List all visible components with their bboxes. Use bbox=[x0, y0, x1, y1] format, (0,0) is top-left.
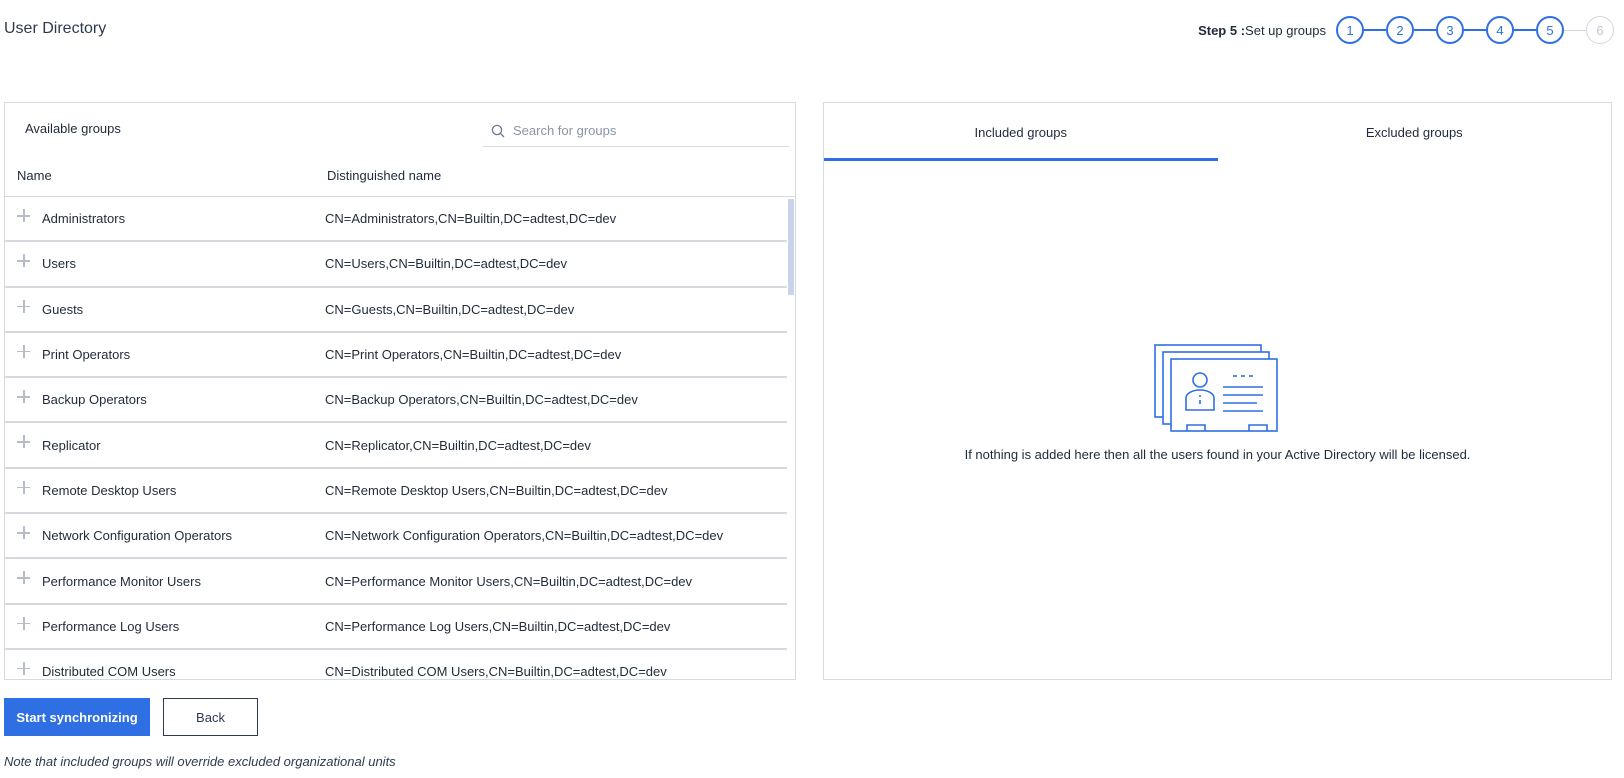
group-distinguished-name: CN=Replicator,CN=Builtin,DC=adtest,DC=de… bbox=[325, 437, 591, 453]
selected-groups-panel: Included groups Excluded groups If nothi… bbox=[823, 102, 1612, 680]
table-row[interactable]: Backup Operators CN=Backup Operators,CN=B… bbox=[5, 378, 795, 424]
step-title: Set up groups bbox=[1245, 22, 1326, 38]
group-name: Remote Desktop Users bbox=[42, 482, 177, 498]
table-row[interactable]: Print Operators CN=Print Operators,CN=Bui… bbox=[5, 333, 795, 379]
plus-icon[interactable] bbox=[17, 344, 31, 359]
plus-icon[interactable] bbox=[17, 661, 31, 676]
group-name: Administrators bbox=[42, 211, 126, 227]
table-row[interactable]: Network Configuration Operators CN=Networ… bbox=[5, 514, 795, 560]
search-icon bbox=[483, 124, 513, 138]
search-box bbox=[483, 115, 789, 147]
group-distinguished-name: CN=Performance Monitor Users,CN=Builtin,… bbox=[325, 573, 693, 589]
group-name: Performance Log Users bbox=[42, 618, 180, 634]
scroll-thumb[interactable] bbox=[788, 199, 794, 295]
plus-icon[interactable] bbox=[17, 254, 31, 268]
step-label: Step 5 :Set up groups bbox=[1198, 23, 1326, 38]
stepper: Step 5 :Set up groups 1 2 3 4 5 6 bbox=[1198, 16, 1614, 44]
groups-list: Administrators CN=Administrators,CN=Built… bbox=[5, 197, 795, 679]
group-name: Replicator bbox=[42, 437, 101, 453]
step-connector bbox=[1414, 29, 1436, 31]
group-distinguished-name: CN=Guests,CN=Builtin,DC=adtest,DC=dev bbox=[325, 301, 575, 317]
footer-note: Note that included groups will override … bbox=[4, 754, 396, 769]
available-groups-title: Available groups bbox=[25, 121, 121, 136]
available-groups-panel: Available groups Name Distinguished name… bbox=[4, 102, 796, 680]
step-5[interactable]: 5 bbox=[1536, 16, 1564, 44]
table-row[interactable]: Distributed COM Users CN=Distributed COM … bbox=[5, 650, 795, 679]
group-distinguished-name: CN=Users,CN=Builtin,DC=adtest,DC=dev bbox=[325, 256, 568, 272]
group-name: Distributed COM Users bbox=[42, 664, 176, 679]
group-name: Print Operators bbox=[42, 347, 131, 363]
plus-icon[interactable] bbox=[17, 209, 31, 223]
available-groups-header: Available groups bbox=[5, 103, 795, 155]
group-distinguished-name: CN=Backup Operators,CN=Builtin,DC=adtest… bbox=[325, 392, 638, 408]
plus-icon[interactable] bbox=[17, 299, 31, 314]
step-3[interactable]: 3 bbox=[1436, 16, 1464, 44]
table-row[interactable]: Users CN=Users,CN=Builtin,DC=adtest,DC=de… bbox=[5, 242, 795, 288]
step-4[interactable]: 4 bbox=[1486, 16, 1514, 44]
plus-icon[interactable] bbox=[17, 390, 31, 404]
group-distinguished-name: CN=Administrators,CN=Builtin,DC=adtest,D… bbox=[325, 211, 617, 227]
plus-icon[interactable] bbox=[17, 435, 31, 449]
step-1[interactable]: 1 bbox=[1336, 16, 1364, 44]
step-connector bbox=[1564, 29, 1586, 31]
step-connector bbox=[1514, 29, 1536, 31]
table-header: Name Distinguished name bbox=[5, 155, 795, 197]
directory-cards-icon bbox=[1153, 344, 1278, 432]
table-row[interactable]: Administrators CN=Administrators,CN=Built… bbox=[5, 197, 795, 243]
plus-icon[interactable] bbox=[17, 616, 31, 631]
group-distinguished-name: CN=Network Configuration Operators,CN=Bu… bbox=[325, 528, 724, 544]
group-name: Guests bbox=[42, 301, 84, 317]
step-prefix: Step 5 : bbox=[1198, 22, 1246, 38]
page-title: User Directory bbox=[4, 20, 107, 37]
table-row[interactable]: Guests CN=Guests,CN=Builtin,DC=adtest,DC=… bbox=[5, 288, 795, 333]
group-distinguished-name: CN=Performance Log Users,CN=Builtin,DC=a… bbox=[325, 618, 671, 634]
table-row[interactable]: Remote Desktop Users CN=Remote Desktop Us… bbox=[5, 469, 795, 515]
group-distinguished-name: CN=Remote Desktop Users,CN=Builtin,DC=ad… bbox=[325, 482, 668, 498]
group-name: Network Configuration Operators bbox=[42, 528, 233, 544]
step-2[interactable]: 2 bbox=[1386, 16, 1414, 44]
plus-icon[interactable] bbox=[17, 480, 31, 495]
group-name: Performance Monitor Users bbox=[42, 573, 201, 589]
group-name: Backup Operators bbox=[42, 392, 147, 408]
plus-icon[interactable] bbox=[17, 571, 31, 585]
start-synchronizing-button[interactable]: Start synchronizing bbox=[4, 698, 150, 736]
group-distinguished-name: CN=Print Operators,CN=Builtin,DC=adtest,… bbox=[325, 347, 622, 363]
table-row[interactable]: Replicator CN=Replicator,CN=Builtin,DC=ad… bbox=[5, 423, 795, 469]
empty-state-message: If nothing is added here then all the us… bbox=[964, 447, 1471, 462]
column-header-name[interactable]: Name bbox=[17, 168, 52, 183]
tab-excluded-groups[interactable]: Excluded groups bbox=[1218, 103, 1612, 161]
group-name: Users bbox=[42, 256, 76, 272]
search-input[interactable] bbox=[513, 123, 773, 138]
selection-tabs: Included groups Excluded groups bbox=[824, 103, 1611, 161]
back-button[interactable]: Back bbox=[163, 698, 258, 736]
step-6: 6 bbox=[1586, 16, 1614, 44]
table-row[interactable]: Performance Log Users CN=Performance Log … bbox=[5, 605, 795, 650]
table-row[interactable]: Performance Monitor Users CN=Performance … bbox=[5, 559, 795, 605]
plus-icon[interactable] bbox=[17, 526, 31, 540]
step-connector bbox=[1364, 29, 1386, 31]
column-header-distinguished-name[interactable]: Distinguished name bbox=[327, 168, 441, 183]
step-connector bbox=[1464, 29, 1486, 31]
scrollbar[interactable] bbox=[787, 197, 795, 679]
tab-included-groups[interactable]: Included groups bbox=[824, 103, 1218, 161]
group-distinguished-name: CN=Distributed COM Users,CN=Builtin,DC=a… bbox=[325, 664, 667, 679]
empty-state: If nothing is added here then all the us… bbox=[824, 343, 1611, 462]
